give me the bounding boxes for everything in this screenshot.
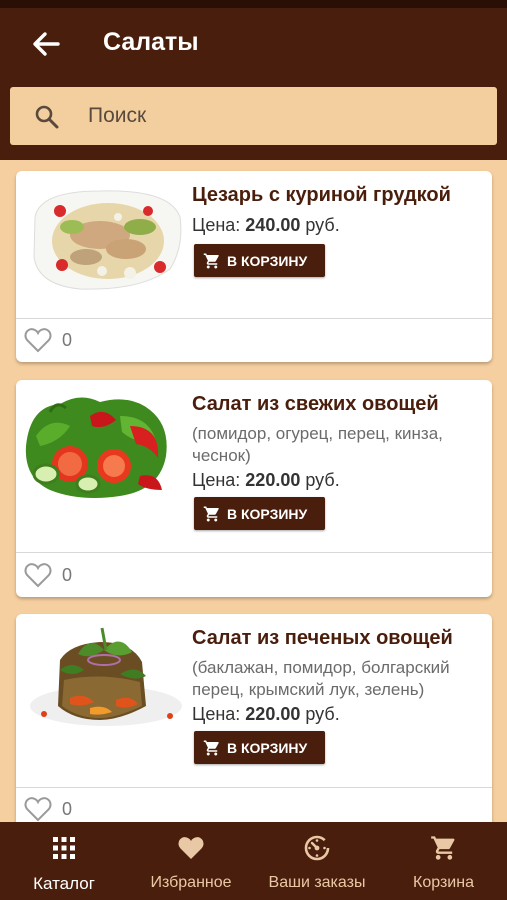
cart-button-label: В КОРЗИНУ [227,739,308,756]
tab-cart[interactable]: Корзина [380,822,507,900]
price-value: 220.00 [245,470,301,490]
price-label: Цена: [192,470,241,490]
product-description: (баклажан, помидор, болгарский перец, кр… [192,658,450,699]
fresh-vegetable-salad-image [20,386,172,506]
product-name[interactable]: Салат из свежих овощей [192,393,439,416]
product-price: Цена: 220.00 руб. [192,704,340,725]
back-arrow-icon[interactable] [28,26,64,62]
like-control[interactable]: 0 [24,327,72,353]
price-label: Цена: [192,215,241,235]
tab-label: Избранное [150,874,232,891]
product-card[interactable]: Салат из свежих овощей (помидор, огурец,… [16,380,492,597]
cart-button-label: В КОРЗИНУ [227,252,308,269]
heart-icon [177,834,205,862]
search-input[interactable] [88,97,468,135]
grid-icon [50,834,78,862]
cart-icon [203,253,219,268]
price-label: Цена: [192,704,241,724]
caesar-salad-image [20,177,186,297]
divider [16,318,492,319]
product-name[interactable]: Салат из печеных овощей [192,627,453,650]
tab-label: Ваши заказы [268,874,366,891]
heart-outline-icon[interactable] [24,327,52,353]
tab-catalog[interactable]: Каталог [0,822,128,900]
page-title: Салаты [103,28,199,56]
bottom-navigation: Каталог Избранное Ваши заказы Корзина [0,822,507,900]
like-count: 0 [62,564,73,585]
add-to-cart-button[interactable]: В КОРЗИНУ [194,497,325,530]
status-bar [0,0,507,8]
product-name[interactable]: Цезарь с куриной грудкой [192,184,451,207]
add-to-cart-button[interactable]: В КОРЗИНУ [194,731,325,764]
tab-label: Корзина [413,874,474,891]
cart-icon [430,834,458,862]
price-unit: руб. [305,704,340,724]
cart-icon [203,740,219,755]
product-description: (помидор, огурец, перец, кинза, чеснок) [192,424,443,465]
like-count: 0 [62,329,73,350]
heart-outline-icon[interactable] [24,796,52,822]
price-unit: руб. [305,215,340,235]
tab-orders[interactable]: Ваши заказы [254,822,380,900]
clock-icon [303,834,331,862]
price-value: 220.00 [245,704,301,724]
product-card[interactable]: Цезарь с куриной грудкой Цена: 240.00 ру… [16,171,492,362]
cart-button-label: В КОРЗИНУ [227,505,308,522]
search-bar[interactable] [10,87,497,145]
price-value: 240.00 [245,215,301,235]
product-card[interactable]: Салат из печеных овощей (баклажан, помид… [16,614,492,839]
search-icon [34,104,60,130]
like-count: 0 [62,798,73,819]
product-price: Цена: 220.00 руб. [192,470,340,491]
tab-favorites[interactable]: Избранное [128,822,254,900]
add-to-cart-button[interactable]: В КОРЗИНУ [194,244,325,277]
heart-outline-icon[interactable] [24,562,52,588]
price-unit: руб. [305,470,340,490]
like-control[interactable]: 0 [24,562,72,588]
like-control[interactable]: 0 [24,796,72,822]
cart-icon [203,506,219,521]
divider [16,552,492,553]
product-price: Цена: 240.00 руб. [192,215,340,236]
baked-vegetable-salad-image [20,620,186,732]
divider [16,787,492,788]
tab-label: Каталог [33,874,95,893]
app-bar: Салаты [0,8,507,160]
